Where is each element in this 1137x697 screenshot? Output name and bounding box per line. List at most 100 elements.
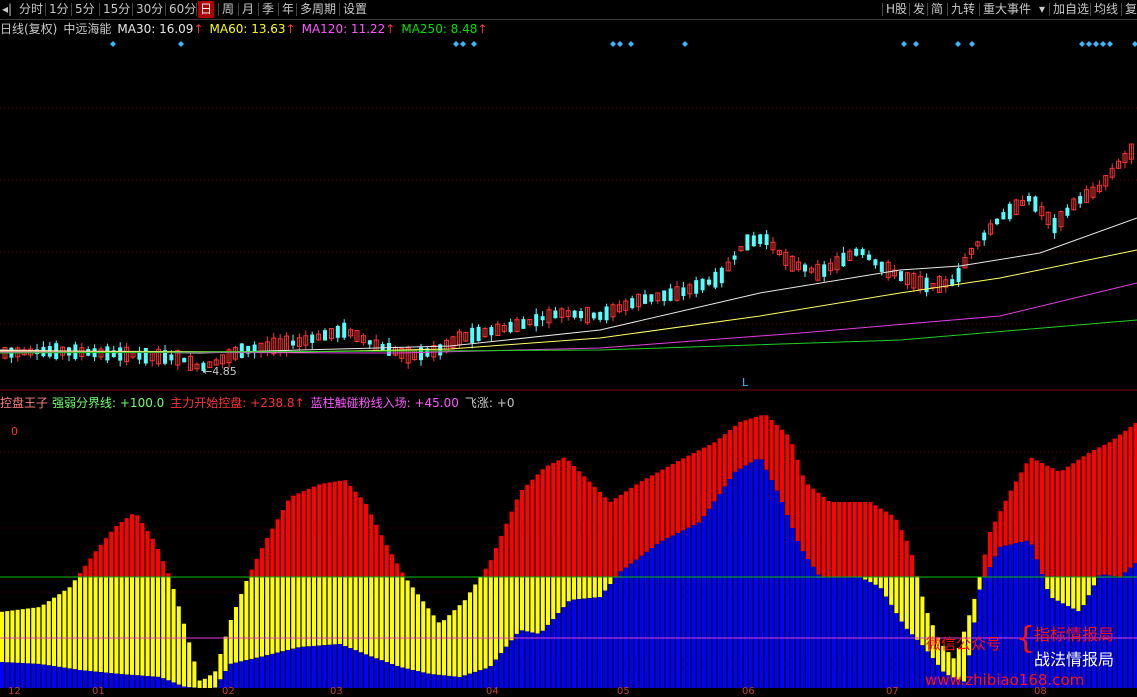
yellow-bar: [874, 577, 878, 585]
blue-bar: [369, 656, 373, 688]
red-bar: [775, 425, 779, 491]
toolbar-separator: [296, 3, 297, 16]
blue-bar: [499, 653, 503, 688]
blue-bar: [0, 662, 4, 688]
yellow-bar: [473, 584, 477, 671]
yellow-bar: [915, 577, 919, 640]
red-bar: [1108, 442, 1112, 575]
yellow-bar: [312, 577, 316, 646]
yellow-bar: [229, 620, 233, 664]
blue-bar: [239, 661, 243, 688]
red-bar: [291, 496, 295, 577]
tab-period-3[interactable]: 15分: [101, 1, 132, 18]
signal-diamond: [110, 41, 116, 47]
tab-period-0[interactable]: 分时: [17, 1, 45, 18]
watermark-wechat: 微信公众号: [926, 633, 1001, 654]
yellow-bar: [1071, 577, 1075, 609]
axis-tick-label: 01: [92, 686, 105, 697]
blue-bar: [707, 509, 711, 688]
red-bar: [723, 434, 727, 486]
toolbar-right-1[interactable]: 发: [911, 1, 927, 18]
candle-body-down: [592, 313, 596, 319]
tab-period-9[interactable]: 季: [260, 1, 276, 18]
blue-bar: [52, 666, 56, 688]
blue-bar: [764, 470, 768, 688]
red-bar: [718, 438, 722, 494]
back-icon[interactable]: ◂|: [0, 1, 14, 18]
tab-period-4[interactable]: 30分: [134, 1, 165, 18]
yellow-bar: [432, 615, 436, 674]
tab-period-5[interactable]: 60分: [167, 1, 198, 18]
tab-period-7[interactable]: 周: [220, 1, 236, 18]
blue-bar: [541, 631, 545, 688]
blue-bar: [572, 600, 576, 688]
yellow-bar: [78, 577, 82, 670]
candle-body-down: [669, 288, 673, 300]
blue-bar: [775, 491, 779, 688]
red-bar: [686, 456, 690, 528]
dropdown-arrow-icon[interactable]: ▾: [1037, 1, 1047, 18]
yellow-bar: [348, 577, 352, 648]
red-bar: [780, 430, 784, 502]
red-bar: [494, 548, 498, 577]
yellow-bar: [26, 609, 30, 664]
red-bar: [707, 445, 711, 509]
red-bar: [515, 499, 519, 577]
red-bar: [832, 502, 836, 577]
red-bar: [744, 420, 748, 465]
candle-body-down: [643, 294, 647, 303]
candle-body-down: [144, 348, 148, 363]
candle-body-down: [598, 312, 602, 320]
blue-bar: [816, 575, 820, 688]
blue-bar: [900, 622, 904, 688]
tab-period-6[interactable]: 日: [198, 1, 214, 18]
candlestick-chart[interactable]: ←4.85L: [0, 38, 1137, 410]
tab-period-1[interactable]: 1分: [47, 1, 71, 18]
blue-bar: [666, 538, 670, 688]
blue-bar: [140, 676, 144, 688]
toolbar-right-5[interactable]: 加自选: [1051, 1, 1091, 18]
yellow-bar: [182, 624, 186, 687]
toolbar-right-7[interactable]: 复: [1123, 1, 1137, 18]
blue-bar: [156, 677, 160, 688]
indicator-info: 控盘王子强弱分界线: +100.0主力开始控盘: +238.8↑蓝柱触碰粉线入场…: [0, 395, 520, 411]
toolbar-right-0[interactable]: H股: [884, 1, 909, 18]
red-bar: [634, 484, 638, 559]
candle-body-down: [541, 316, 545, 320]
blue-bar: [426, 674, 430, 688]
red-bar: [905, 541, 909, 577]
red-bar: [1082, 456, 1086, 577]
tab-period-2[interactable]: 5分: [73, 1, 97, 18]
blue-bar: [338, 644, 342, 688]
red-bar: [307, 489, 311, 577]
candle-body-down: [1078, 196, 1082, 204]
red-bar: [785, 434, 789, 515]
blue-bar: [848, 577, 852, 688]
candle-body-down: [182, 358, 186, 362]
yellow-bar: [109, 577, 113, 673]
red-bar: [281, 510, 285, 577]
toolbar-right-6[interactable]: 均线: [1092, 1, 1120, 18]
red-bar: [572, 466, 576, 577]
blue-bar: [562, 607, 566, 688]
toolbar-separator: [218, 3, 219, 16]
toolbar-right-4[interactable]: 重大事件: [981, 1, 1033, 18]
blue-bar: [567, 601, 571, 688]
blue-bar: [333, 644, 337, 688]
blue-bar: [31, 664, 35, 688]
toolbar-right-3[interactable]: 九转: [949, 1, 977, 18]
blue-bar: [634, 560, 638, 688]
red-bar: [702, 448, 706, 517]
yellow-bar: [1061, 577, 1065, 603]
tab-period-12[interactable]: 设置: [341, 1, 369, 18]
tab-period-10[interactable]: 年: [280, 1, 296, 18]
yellow-bar: [879, 577, 883, 588]
yellow-bar: [57, 594, 61, 667]
blue-bar: [712, 501, 716, 688]
toolbar-right-2[interactable]: 简: [929, 1, 945, 18]
tab-period-11[interactable]: 多周期: [298, 1, 338, 18]
yellow-bar: [900, 577, 904, 622]
blue-bar: [135, 675, 139, 688]
tab-period-8[interactable]: 月: [240, 1, 256, 18]
blue-bar: [692, 525, 696, 688]
